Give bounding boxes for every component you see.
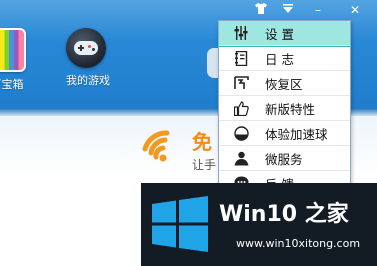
windows-logo-icon: [152, 196, 208, 252]
treasure-box-icon: [0, 28, 26, 72]
menu-item-settings[interactable]: 设 置: [219, 21, 350, 47]
watermark-banner: Win10 之家 www.win10xitong.com: [141, 183, 377, 266]
watermark-url: www.win10xitong.com: [236, 237, 361, 250]
wifi-icon: [142, 130, 170, 162]
menu-item-micro-service[interactable]: 微服务: [219, 146, 350, 171]
watermark-title: Win10 之家: [219, 202, 349, 227]
thumbs-up-icon: [233, 100, 249, 116]
minimize-button[interactable]: –: [307, 0, 329, 20]
promo-subtitle: 让手: [192, 158, 217, 172]
skin-icon: [255, 3, 267, 14]
menu-item-label: 体验加速球: [265, 126, 328, 142]
main-menu-icon: [283, 4, 293, 13]
main-dropdown-menu: 设 置 日 志 恢复区 新版特性 体验加速球 微服务 反 馈: [218, 20, 351, 187]
menu-item-label: 设 置: [265, 26, 294, 42]
menu-item-label: 新版特性: [265, 101, 316, 117]
toolbar-item-label: 我的游戏: [66, 74, 110, 87]
speed-ball-icon: [233, 125, 249, 141]
menu-item-label: 恢复区: [265, 76, 303, 92]
close-icon: ✕: [349, 3, 361, 17]
promo-title: 免: [192, 130, 212, 154]
toolbar-item-treasure-box[interactable]: 百宝箱: [0, 28, 26, 92]
service-person-icon: [233, 150, 249, 166]
menu-item-speed-ball[interactable]: 体验加速球: [219, 121, 350, 146]
menu-item-new-features[interactable]: 新版特性: [219, 96, 350, 121]
settings-sliders-icon: [233, 25, 249, 41]
menu-item-label: 微服务: [265, 151, 303, 167]
skin-button[interactable]: [250, 0, 272, 20]
menu-item-restore[interactable]: 恢复区: [219, 71, 350, 96]
menu-item-log[interactable]: 日 志: [219, 46, 350, 71]
menu-item-label: 日 志: [265, 51, 294, 67]
toolbar-item-my-games[interactable]: 我的游戏: [66, 28, 110, 88]
toolbar-item-label: 百宝箱: [0, 78, 24, 91]
log-book-icon: [233, 50, 249, 66]
close-button[interactable]: ✕: [344, 0, 366, 20]
minimize-icon: –: [315, 3, 321, 17]
restore-icon: [233, 75, 249, 91]
main-menu-button[interactable]: [277, 0, 299, 20]
gamepad-icon: [66, 28, 106, 68]
